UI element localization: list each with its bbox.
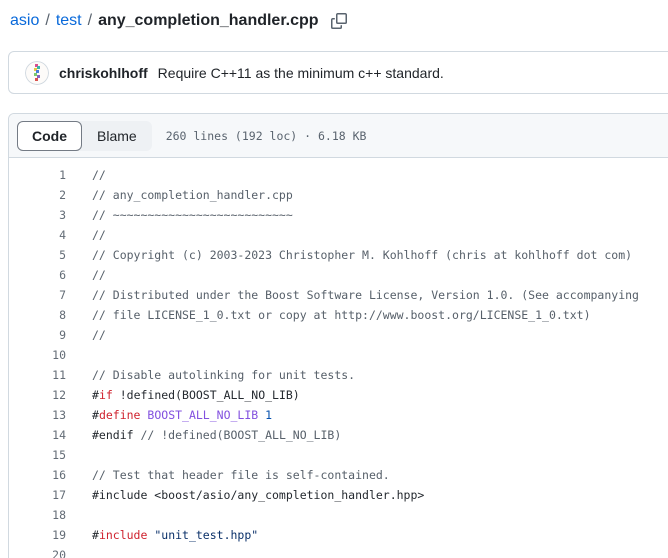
line-content: // any_completion_handler.cpp bbox=[92, 188, 293, 202]
copy-icon bbox=[330, 12, 347, 29]
line-number[interactable]: 4 bbox=[9, 225, 66, 245]
line-content: #if !defined(BOOST_ALL_NO_LIB) bbox=[92, 388, 300, 402]
code-line[interactable]: 17 #include <boost/asio/any_completion_ha… bbox=[9, 485, 668, 505]
code-line[interactable]: 2 // any_completion_handler.cpp bbox=[9, 185, 668, 205]
tab-code[interactable]: Code bbox=[17, 120, 82, 151]
commit-author[interactable]: chriskohlhoff bbox=[59, 65, 148, 81]
code-line[interactable]: 9 // bbox=[9, 325, 668, 345]
breadcrumb-separator: / bbox=[45, 12, 50, 29]
file-info: 260 lines (192 loc) · 6.18 KB bbox=[165, 128, 367, 143]
code-line[interactable]: 7 // Distributed under the Boost Software… bbox=[9, 285, 668, 305]
line-number[interactable]: 16 bbox=[9, 465, 66, 485]
code-line[interactable]: 16 // Test that header file is self-conta… bbox=[9, 465, 668, 485]
line-number[interactable]: 14 bbox=[9, 425, 66, 445]
line-number[interactable]: 2 bbox=[9, 185, 66, 205]
code-line[interactable]: 6 // bbox=[9, 265, 668, 285]
breadcrumb-repo-link[interactable]: asio bbox=[10, 10, 39, 31]
line-content: // bbox=[92, 268, 106, 282]
breadcrumb-separator: / bbox=[87, 12, 93, 29]
code-line[interactable]: 20 bbox=[9, 545, 668, 558]
line-number[interactable]: 8 bbox=[9, 305, 66, 325]
avatar[interactable] bbox=[25, 60, 49, 85]
line-content: // bbox=[92, 228, 106, 242]
line-number[interactable]: 11 bbox=[9, 365, 66, 385]
code-header: Code Blame 260 lines (192 loc) · 6.18 KB bbox=[9, 114, 668, 158]
commit-bar: chriskohlhoff Require C++11 as the minim… bbox=[8, 51, 668, 94]
line-number[interactable]: 18 bbox=[9, 505, 66, 525]
code-line[interactable]: 14 #endif // !defined(BOOST_ALL_NO_LIB) bbox=[9, 425, 668, 445]
line-number[interactable]: 7 bbox=[9, 285, 66, 305]
line-content: // Disable autolinking for unit tests. bbox=[92, 368, 356, 382]
code-line[interactable]: 15 bbox=[9, 445, 668, 465]
code-line[interactable]: 5 // Copyright (c) 2003-2023 Christopher … bbox=[9, 245, 668, 265]
line-number[interactable]: 12 bbox=[9, 385, 66, 405]
line-number[interactable]: 13 bbox=[9, 405, 66, 425]
code-line[interactable]: 18 bbox=[9, 505, 668, 525]
line-number[interactable]: 5 bbox=[9, 245, 66, 265]
code-container: Code Blame 260 lines (192 loc) · 6.18 KB… bbox=[8, 113, 668, 558]
tab-blame[interactable]: Blame bbox=[82, 121, 152, 151]
code-line[interactable]: 4 // bbox=[9, 225, 668, 245]
line-content: // file LICENSE_1_0.txt or copy at http:… bbox=[92, 308, 591, 322]
line-number[interactable]: 17 bbox=[9, 485, 66, 505]
line-content: // Copyright (c) 2003-2023 Christopher M… bbox=[92, 248, 633, 262]
line-number[interactable]: 1 bbox=[9, 165, 66, 185]
code-line[interactable]: 13 #define BOOST_ALL_NO_LIB 1 bbox=[9, 405, 668, 425]
breadcrumb-folder-link[interactable]: test bbox=[56, 10, 82, 31]
code-line[interactable]: 10 bbox=[9, 345, 668, 365]
line-content: #include "unit_test.hpp" bbox=[92, 528, 259, 542]
line-number[interactable]: 9 bbox=[9, 325, 66, 345]
code-line[interactable]: 1 // bbox=[9, 165, 668, 185]
line-number[interactable]: 3 bbox=[9, 205, 66, 225]
line-number[interactable]: 6 bbox=[9, 265, 66, 285]
code-line[interactable]: 19 #include "unit_test.hpp" bbox=[9, 525, 668, 545]
copy-path-button[interactable] bbox=[330, 12, 347, 29]
line-content: #define BOOST_ALL_NO_LIB 1 bbox=[92, 408, 273, 422]
line-content: // bbox=[92, 168, 106, 182]
code-line[interactable]: 12 #if !defined(BOOST_ALL_NO_LIB) bbox=[9, 385, 668, 405]
code-line[interactable]: 8 // file LICENSE_1_0.txt or copy at http… bbox=[9, 305, 668, 325]
line-number[interactable]: 20 bbox=[9, 545, 66, 558]
line-content: #endif // !defined(BOOST_ALL_NO_LIB) bbox=[92, 428, 342, 442]
line-number[interactable]: 19 bbox=[9, 525, 66, 545]
line-number[interactable]: 15 bbox=[9, 445, 66, 465]
line-content: // Distributed under the Boost Software … bbox=[92, 288, 639, 302]
line-number[interactable]: 10 bbox=[9, 345, 66, 365]
code-line[interactable]: 11 // Disable autolinking for unit tests. bbox=[9, 365, 668, 385]
line-content: // bbox=[92, 328, 106, 342]
commit-message[interactable]: Require C++11 as the minimum c++ standar… bbox=[158, 65, 444, 81]
breadcrumb-file-name: any_completion_handler.cpp bbox=[98, 12, 319, 29]
line-content: #include <boost/asio/any_completion_hand… bbox=[92, 488, 425, 502]
code-body: 1 // 2 // any_completion_handler.cpp 3 // ~~~… bbox=[9, 158, 668, 558]
line-content: // Test that header file is self-contain… bbox=[92, 468, 390, 482]
code-line[interactable]: 3 // ~~~~~~~~~~~~~~~~~~~~~~~~~~ bbox=[9, 205, 668, 225]
code-blame-toggle: Code Blame bbox=[17, 120, 152, 151]
breadcrumb: asio / test / any_completion_handler.cpp bbox=[0, 0, 668, 31]
line-content: // ~~~~~~~~~~~~~~~~~~~~~~~~~~ bbox=[92, 208, 293, 222]
